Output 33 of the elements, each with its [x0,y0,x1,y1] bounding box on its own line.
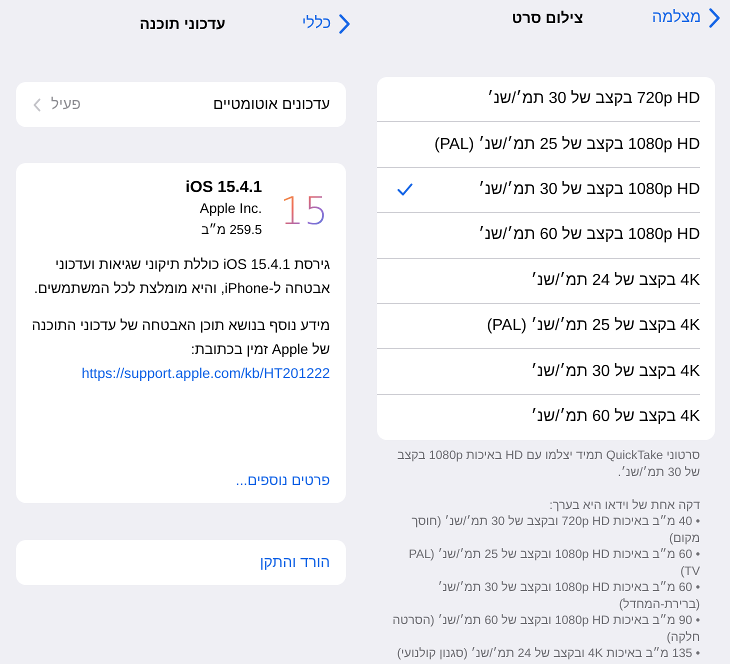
screen-title: עדכוני תוכנה [140,16,226,32]
row-label: עדכונים אוטומטיים [212,96,330,113]
update-size: 259.5 מ״ב [200,221,262,239]
video-format-option[interactable]: 1080p HD בקצב של 25 תמ׳/שנ׳ (PAL) [377,122,700,168]
size-list-item: • 60 מ״ב באיכות 1080p HD ובקצב של 30 תמ׳/שנ׳ (ברירת-המחדל) [436,579,700,612]
back-button[interactable]: כללי [302,14,350,34]
size-list-item: • 135 מ״ב באיכות 4K ובקצב של 24 תמ׳/שנ׳ (סגנון קולנועי) [396,645,700,662]
version-logo: 15 [282,188,326,228]
screen-title: צילום סרט [512,10,584,26]
footer-intro: דקה אחת של וידאו היא בערך: [548,496,700,514]
video-format-option[interactable]: 4K בקצב של 24 תמ׳/שנ׳ [377,258,700,304]
size-list-item: • 40 מ״ב באיכות 720p HD ובקצב של 30 תמ׳/שנ׳ (חוסך מקום) [410,513,700,546]
size-list-item: • 60 מ״ב באיכות 1080p HD ובקצב של 25 תמ׳/שנ׳ (PAL TV) [408,546,700,580]
chevron-icon [33,98,41,112]
size-list-item: • 90 מ״ב באיכות 1080p HD ובקצב של 60 תמ׳/שנ׳ (הסרטה חלקה) [392,612,700,646]
update-description: גירסת iOS 15.4.1 כוללת תיקוני שגיאות ועדכוני אבטחה ל-iPhone, והיא מומלצת לכל המשתמשים. [32,256,330,299]
video-format-option[interactable]: 720p HD בקצב של 30 תמ׳/שנ׳ [377,77,700,122]
row-value: פעיל [51,96,81,113]
back-button[interactable]: מצלמה [652,8,720,28]
chevron-icon [339,14,350,34]
video-format-option[interactable]: 4K בקצב של 25 תמ׳/שנ׳ (PAL) [377,304,700,350]
video-format-option[interactable]: 1080p HD בקצב של 60 תמ׳/שנ׳ [377,213,700,259]
video-format-option[interactable]: 1080p HD בקצב של 30 תמ׳/שנ׳ [377,168,700,214]
chevron-icon [709,8,720,28]
video-format-option[interactable]: 4K בקצב של 30 תמ׳/שנ׳ [377,349,700,395]
more-details-link[interactable]: פרטים נוספים... [236,469,330,493]
update-vendor: Apple Inc. [198,199,262,218]
support-link[interactable]: https://support.apple.com/kb/HT201222 [28,362,330,386]
video-format-option[interactable]: 4K בקצב של 60 תמ׳/שנ׳ [377,394,700,440]
update-name: iOS 15.4.1 [186,178,262,198]
automatic-updates-row[interactable]: עדכונים אוטומטיים פעיל [16,82,346,127]
footer-note: סרטוני QuickTake תמיד יצלמו עם HD באיכות 1080p בקצב של 30 תמ׳/שנ׳. [396,447,700,480]
download-install-button[interactable]: הורד והתקן [16,540,346,585]
